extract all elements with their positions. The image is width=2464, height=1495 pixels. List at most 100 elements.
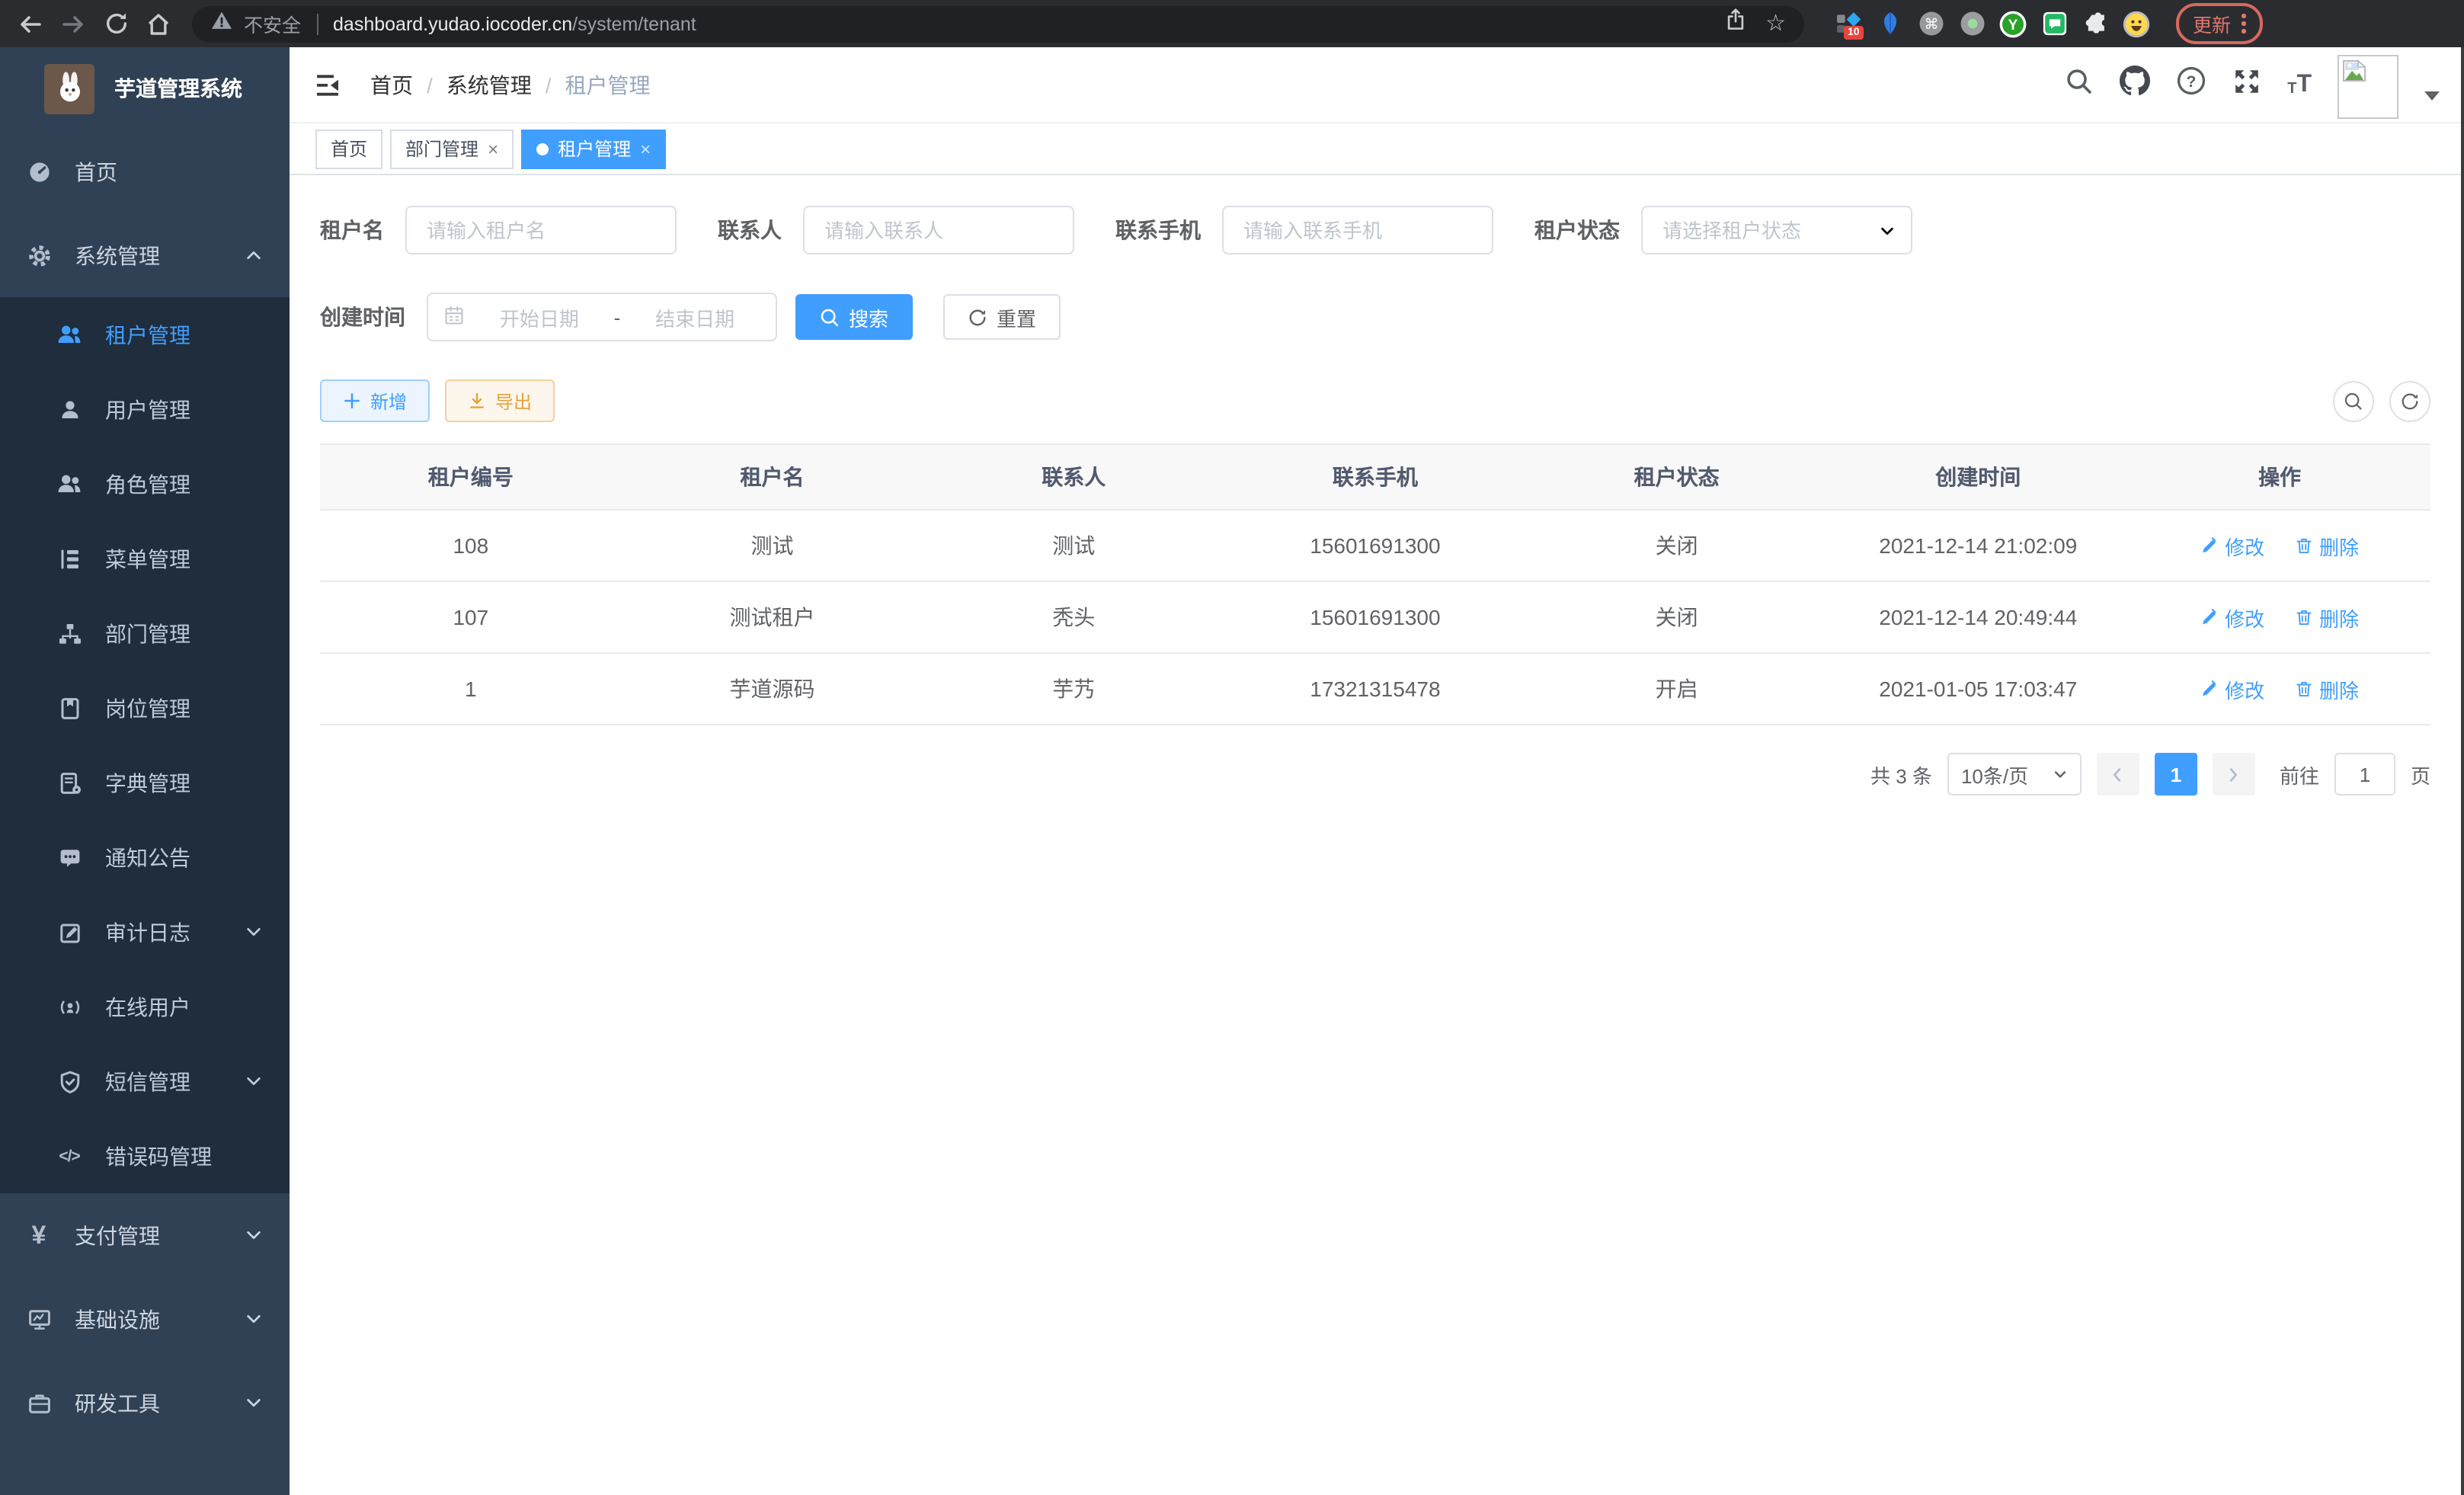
status-label: 租户状态	[1534, 215, 1620, 245]
menu-tree-icon	[56, 546, 82, 571]
security-label[interactable]: 不安全	[244, 9, 301, 38]
sidebar-item-infra[interactable]: 基础设施	[0, 1277, 290, 1361]
tenant-name-input[interactable]	[405, 206, 677, 255]
sidebar-item-user[interactable]: 用户管理	[0, 372, 290, 447]
search-button[interactable]: 搜索	[795, 294, 913, 340]
prev-page-button[interactable]	[2097, 753, 2139, 796]
github-icon[interactable]	[2120, 66, 2150, 104]
extension-chat-icon[interactable]	[2040, 10, 2068, 37]
extension-kite-icon[interactable]	[1876, 10, 1903, 37]
sidebar-logo-row[interactable]: 芋道管理系统	[0, 47, 290, 130]
help-icon[interactable]: ?	[2176, 66, 2206, 104]
svg-text:Y: Y	[2008, 17, 2018, 33]
kebab-menu-icon[interactable]	[2242, 14, 2245, 34]
search-icon[interactable]	[2065, 66, 2094, 103]
sidebar-item-errcode[interactable]: </> 错误码管理	[0, 1119, 290, 1193]
delete-button[interactable]: 删除	[2295, 603, 2359, 632]
window-edge	[2461, 47, 2464, 1495]
mobile-input[interactable]	[1222, 206, 1493, 255]
breadcrumb-system[interactable]: 系统管理	[446, 69, 532, 100]
reset-button[interactable]: 重置	[943, 294, 1061, 340]
sidebar-fold-icon[interactable]	[314, 69, 344, 100]
screen: 不安全 dashboard.yudao.iocoder.cn/system/te…	[0, 0, 2464, 1495]
close-icon[interactable]: ×	[488, 139, 498, 158]
page-size-select[interactable]: 10条/页	[1947, 753, 2082, 796]
bookmark-star-icon[interactable]: ☆	[1765, 12, 1786, 35]
sidebar-item-dict[interactable]: 字典管理	[0, 745, 290, 820]
sidebar-item-pay[interactable]: ¥ 支付管理	[0, 1193, 290, 1277]
goto-page-input[interactable]	[2334, 753, 2395, 796]
contact-input[interactable]	[803, 206, 1074, 255]
tab-dept[interactable]: 部门管理 ×	[390, 129, 514, 168]
sidebar-item-label: 支付管理	[75, 1220, 160, 1250]
trash-icon	[2295, 608, 2313, 626]
extension-recorder-icon[interactable]	[1958, 10, 1986, 37]
delete-button[interactable]: 删除	[2295, 674, 2359, 703]
chevron-down-icon	[1879, 222, 1896, 238]
sidebar-item-role[interactable]: 角色管理	[0, 447, 290, 521]
avatar[interactable]	[2338, 54, 2398, 118]
extension-command-icon[interactable]: ⌘	[1917, 10, 1944, 37]
create-time-range-picker[interactable]: 开始日期 - 结束日期	[427, 293, 777, 341]
extension-y-icon[interactable]: Y	[1999, 10, 2027, 37]
sidebar-item-system[interactable]: 系统管理	[0, 213, 290, 297]
chevron-down-icon	[2053, 767, 2068, 782]
sidebar-item-devtools[interactable]: 研发工具	[0, 1361, 290, 1445]
breadcrumb-home[interactable]: 首页	[370, 69, 413, 100]
sidebar-item-home[interactable]: 首页	[0, 130, 290, 213]
search-icon	[820, 307, 840, 327]
table-row: 1 芋道源码 芋艿 17321315478 开启 2021-01-05 17:0…	[320, 653, 2430, 725]
sidebar-item-online[interactable]: 在线用户	[0, 969, 290, 1044]
sidebar-item-label: 短信管理	[105, 1066, 190, 1096]
col-contact: 联系人	[923, 444, 1224, 510]
reload-icon[interactable]	[98, 5, 134, 42]
sidebar-item-label: 审计日志	[105, 917, 190, 947]
sidebar-item-notice[interactable]: 通知公告	[0, 820, 290, 895]
edit-button[interactable]: 修改	[2200, 603, 2264, 632]
edit-button[interactable]: 修改	[2200, 674, 2264, 703]
table-row: 108 测试 测试 15601691300 关闭 2021-12-14 21:0…	[320, 510, 2430, 581]
status-select[interactable]	[1641, 206, 1912, 255]
sidebar-item-sms[interactable]: 短信管理	[0, 1044, 290, 1119]
notice-message-icon	[56, 844, 82, 870]
show-search-button[interactable]	[2333, 380, 2374, 421]
fullscreen-icon[interactable]	[2232, 66, 2261, 103]
url-bar[interactable]: 不安全 dashboard.yudao.iocoder.cn/system/te…	[192, 5, 1804, 42]
extension-tango-icon[interactable]: 10	[1835, 10, 1862, 37]
browser-toolbar: 不安全 dashboard.yudao.iocoder.cn/system/te…	[0, 0, 2464, 47]
puzzle-extensions-icon[interactable]	[2082, 10, 2109, 37]
edit-button[interactable]: 修改	[2200, 531, 2264, 560]
font-size-icon[interactable]: TT	[2287, 72, 2312, 97]
sidebar-item-label: 角色管理	[105, 469, 190, 499]
forward-icon[interactable]	[55, 5, 91, 42]
page-unit-label: 页	[2411, 760, 2430, 789]
close-icon[interactable]: ×	[640, 139, 651, 158]
sms-shield-icon	[56, 1068, 82, 1094]
current-page-button[interactable]: 1	[2155, 753, 2197, 796]
sidebar-item-tenant[interactable]: 租户管理	[0, 297, 290, 372]
sidebar-item-label: 用户管理	[105, 394, 190, 424]
sidebar-item-post[interactable]: 岗位管理	[0, 671, 290, 745]
refresh-icon	[968, 307, 987, 327]
sidebar-item-menu[interactable]: 菜单管理	[0, 521, 290, 596]
tab-tenant[interactable]: 租户管理 ×	[521, 129, 666, 168]
tenant-table: 租户编号 租户名 联系人 联系手机 租户状态 创建时间 操作 108 测试	[320, 443, 2430, 725]
export-button[interactable]: 导出	[445, 379, 555, 422]
back-icon[interactable]	[12, 5, 49, 42]
extension-emoji-icon[interactable]	[2123, 10, 2150, 37]
next-page-button[interactable]	[2213, 753, 2255, 796]
share-icon[interactable]	[1723, 8, 1747, 40]
create-time-label: 创建时间	[320, 302, 405, 332]
col-tenant-name: 租户名	[622, 444, 923, 510]
refresh-table-button[interactable]	[2389, 380, 2430, 421]
browser-update-button[interactable]: 更新	[2176, 3, 2262, 44]
caret-down-icon[interactable]	[2424, 91, 2440, 100]
tab-home[interactable]: 首页	[315, 129, 382, 168]
sidebar-item-dept[interactable]: 部门管理	[0, 596, 290, 671]
sidebar-item-audit[interactable]: 审计日志	[0, 895, 290, 969]
url-text[interactable]: dashboard.yudao.iocoder.cn/system/tenant	[333, 13, 696, 34]
rabbit-logo	[44, 63, 94, 114]
add-button[interactable]: 新增	[320, 379, 430, 422]
delete-button[interactable]: 删除	[2295, 531, 2359, 560]
home-icon[interactable]	[140, 5, 177, 42]
